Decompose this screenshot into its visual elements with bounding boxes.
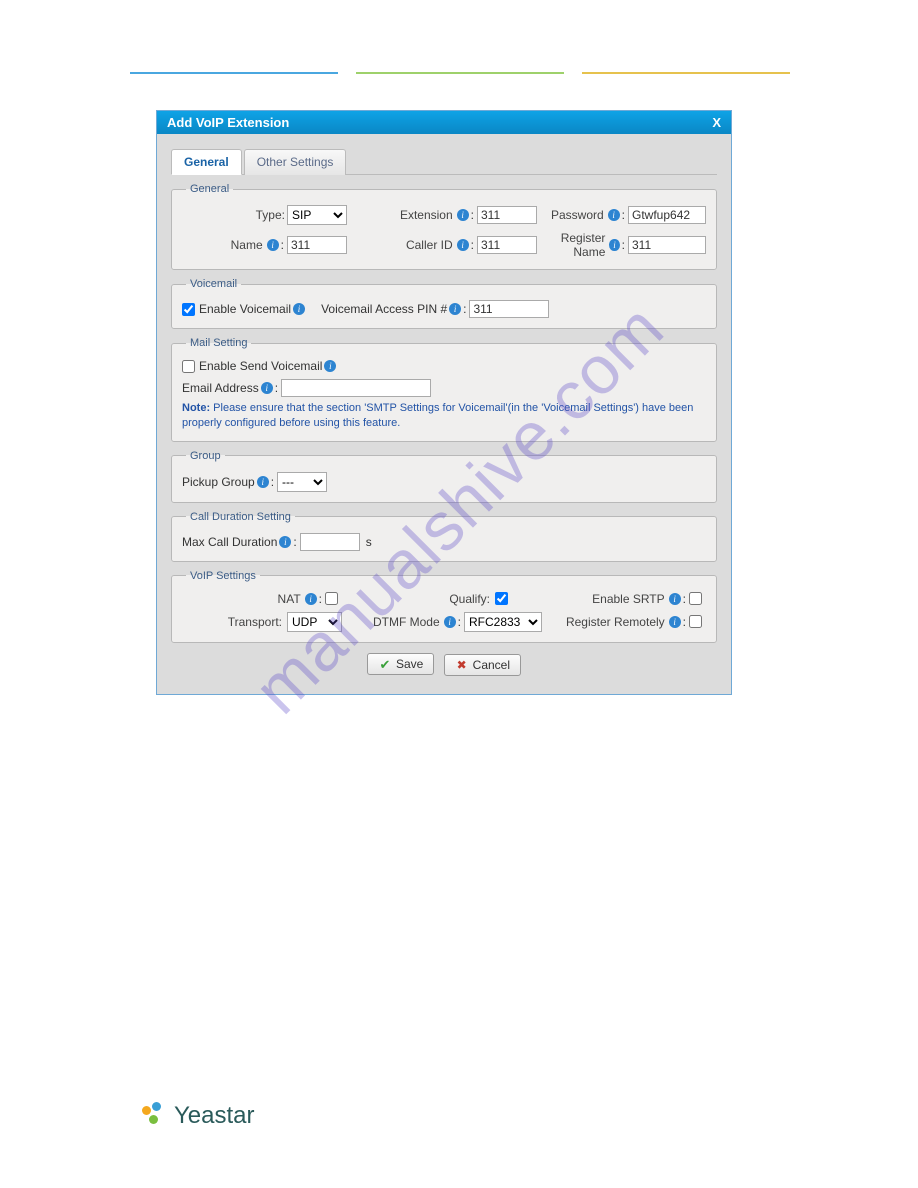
- brand: Yeastar: [140, 1102, 255, 1130]
- note-smtp: Note: Please ensure that the section 'SM…: [182, 401, 706, 431]
- info-icon[interactable]: i: [609, 239, 619, 251]
- info-icon[interactable]: i: [608, 209, 620, 221]
- tab-other-settings[interactable]: Other Settings: [244, 149, 347, 175]
- group-general: General Type: SIP Extension i: Password …: [171, 183, 717, 270]
- input-name[interactable]: [287, 236, 347, 254]
- label-register-name: Register Name: [537, 231, 607, 259]
- check-icon: [378, 657, 392, 671]
- save-button[interactable]: Save: [367, 653, 434, 675]
- cancel-button-label: Cancel: [473, 658, 510, 672]
- label-duration-unit: s: [366, 535, 372, 549]
- checkbox-enable-voicemail[interactable]: [182, 303, 195, 316]
- label-enable-send-voicemail: Enable Send Voicemail: [199, 359, 322, 373]
- checkbox-register-remotely[interactable]: [689, 615, 702, 628]
- info-icon[interactable]: i: [305, 593, 317, 605]
- info-icon[interactable]: i: [261, 382, 273, 394]
- legend-duration: Call Duration Setting: [186, 511, 295, 523]
- input-password[interactable]: [628, 206, 706, 224]
- legend-general: General: [186, 183, 233, 195]
- checkbox-enable-send-voicemail[interactable]: [182, 360, 195, 373]
- info-icon[interactable]: i: [293, 303, 305, 315]
- tab-bar: General Other Settings: [171, 148, 717, 175]
- info-icon[interactable]: i: [457, 209, 469, 221]
- button-bar: Save Cancel: [171, 653, 717, 676]
- legend-mail: Mail Setting: [186, 337, 251, 349]
- label-voicemail-pin: Voicemail Access PIN #: [321, 302, 447, 316]
- legend-voip: VoIP Settings: [186, 570, 260, 582]
- legend-group: Group: [186, 450, 225, 462]
- info-icon[interactable]: i: [324, 360, 336, 372]
- group-pickup: Group Pickup Group i: ---: [171, 450, 717, 503]
- dialog-header: Add VoIP Extension X: [157, 111, 731, 134]
- rule-blue: [130, 72, 338, 74]
- label-pickup-group: Pickup Group: [182, 475, 255, 489]
- input-voicemail-pin[interactable]: [469, 300, 549, 318]
- note-text: Please ensure that the section 'SMTP Set…: [182, 402, 693, 429]
- group-voicemail: Voicemail Enable Voicemail i Voicemail A…: [171, 278, 717, 329]
- cross-icon: [455, 658, 469, 672]
- group-voip-settings: VoIP Settings NAT i: Qualify: Enable SRT…: [171, 570, 717, 643]
- top-underline: [130, 72, 790, 74]
- label-dtmf-mode: DTMF Mode: [373, 615, 442, 629]
- label-max-duration: Max Call Duration: [182, 535, 277, 549]
- rule-green: [356, 72, 564, 74]
- label-transport: Transport:: [228, 615, 284, 629]
- group-call-duration: Call Duration Setting Max Call Duration …: [171, 511, 717, 562]
- select-type[interactable]: SIP: [287, 205, 347, 225]
- rule-gold: [582, 72, 790, 74]
- checkbox-qualify[interactable]: [495, 592, 508, 605]
- checkbox-enable-srtp[interactable]: [689, 592, 702, 605]
- close-icon[interactable]: X: [712, 115, 721, 130]
- input-max-duration[interactable]: [300, 533, 360, 551]
- input-extension[interactable]: [477, 206, 537, 224]
- save-button-label: Save: [396, 657, 423, 671]
- select-pickup-group[interactable]: ---: [277, 472, 327, 492]
- label-register-remotely: Register Remotely: [566, 615, 667, 629]
- info-icon[interactable]: i: [669, 616, 681, 628]
- label-email-address: Email Address: [182, 381, 259, 395]
- info-icon[interactable]: i: [669, 593, 681, 605]
- group-mail-setting: Mail Setting Enable Send Voicemail i Ema…: [171, 337, 717, 442]
- info-icon[interactable]: i: [449, 303, 461, 315]
- info-icon[interactable]: i: [444, 616, 456, 628]
- select-transport[interactable]: UDP: [287, 612, 342, 632]
- note-label: Note:: [182, 402, 210, 414]
- label-extension: Extension: [400, 208, 455, 222]
- label-qualify: Qualify:: [449, 592, 492, 606]
- label-caller-id: Caller ID: [406, 238, 455, 252]
- info-icon[interactable]: i: [457, 239, 469, 251]
- label-password: Password: [551, 208, 606, 222]
- checkbox-nat[interactable]: [325, 592, 338, 605]
- label-nat: NAT: [278, 592, 303, 606]
- cancel-button[interactable]: Cancel: [444, 654, 521, 676]
- brand-text: Yeastar: [174, 1102, 255, 1130]
- brand-logo-icon: [140, 1102, 168, 1130]
- label-enable-voicemail: Enable Voicemail: [199, 302, 291, 316]
- label-type: Type:: [256, 208, 287, 222]
- input-caller-id[interactable]: [477, 236, 537, 254]
- tab-general[interactable]: General: [171, 149, 242, 175]
- info-icon[interactable]: i: [267, 239, 279, 251]
- legend-voicemail: Voicemail: [186, 278, 241, 290]
- dialog-body: General Other Settings General Type: SIP…: [157, 134, 731, 694]
- input-email-address[interactable]: [281, 379, 431, 397]
- info-icon[interactable]: i: [279, 536, 291, 548]
- dialog-title: Add VoIP Extension: [167, 115, 289, 130]
- dialog-add-voip-extension: Add VoIP Extension X General Other Setti…: [156, 110, 732, 695]
- info-icon[interactable]: i: [257, 476, 269, 488]
- label-enable-srtp: Enable SRTP: [592, 592, 667, 606]
- select-dtmf-mode[interactable]: RFC2833: [464, 612, 542, 632]
- input-register-name[interactable]: [628, 236, 706, 254]
- label-name: Name: [231, 238, 265, 252]
